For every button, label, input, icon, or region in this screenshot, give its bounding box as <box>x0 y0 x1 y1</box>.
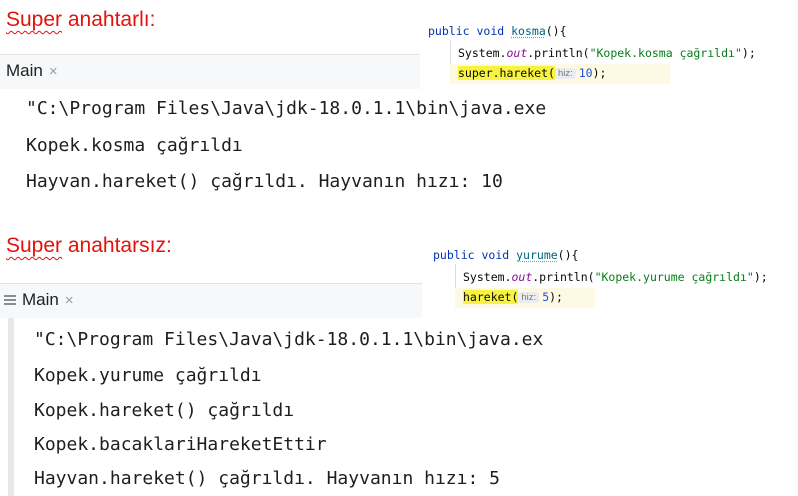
close-icon[interactable]: × <box>49 63 58 80</box>
heading-no-super-keyword: Super anahtarsız: <box>6 235 172 256</box>
highlighted-call: hareket( <box>463 290 519 304</box>
code-snippet-no-super: public void yurume(){ System.out.println… <box>425 244 798 310</box>
highlighted-call: super.hareket( <box>458 66 555 80</box>
console-line: Kopek.yurume çağrıldı <box>34 365 262 386</box>
code-line-2: System.out.println("Kopek.yurume çağrıld… <box>463 270 768 284</box>
run-tool-header <box>0 54 420 90</box>
code-line-1: public void kosma(){ <box>428 24 567 38</box>
run-tab-main[interactable]: Main × <box>4 283 74 317</box>
heading-word: Super <box>6 234 63 257</box>
heading-word: Super <box>6 8 63 31</box>
code-line-2: System.out.println("Kopek.kosma çağrıldı… <box>458 46 756 60</box>
console-output-no-super: "C:\Program Files\Java\jdk-18.0.1.1\bin\… <box>0 318 625 496</box>
run-tab-label: Main <box>22 290 59 309</box>
heading-super-keyword: Super anahtarlı: <box>6 9 155 30</box>
console-line: Kopek.bacaklariHareketEttir <box>34 434 327 455</box>
param-hint: hiz: <box>518 292 540 303</box>
console-line: Hayvan.hareket() çağrıldı. Hayvanın hızı… <box>26 171 503 192</box>
heading-rest: anahtarlı: <box>62 8 156 31</box>
console-output-super: "C:\Program Files\Java\jdk-18.0.1.1\bin\… <box>0 89 625 199</box>
close-icon[interactable]: × <box>65 292 74 309</box>
console-line: Hayvan.hareket() çağrıldı. Hayvanın hızı… <box>34 468 500 489</box>
code-line-3: super.hareket(hiz: 10); <box>458 66 607 80</box>
code-line-1: public void yurume(){ <box>433 248 579 262</box>
console-line: "C:\Program Files\Java\jdk-18.0.1.1\bin\… <box>26 98 547 119</box>
code-snippet-super: public void kosma(){ System.out.println(… <box>420 20 798 84</box>
console-gutter <box>8 318 14 496</box>
console-line: Kopek.hareket() çağrıldı <box>34 400 295 421</box>
console-line: "C:\Program Files\Java\jdk-18.0.1.1\bin\… <box>34 329 544 350</box>
console-icon <box>4 294 16 306</box>
run-tab-label: Main <box>6 61 43 80</box>
param-hint: hiz: <box>554 68 576 79</box>
code-line-3: hareket(hiz: 5); <box>463 290 563 304</box>
run-tab-main[interactable]: Main × <box>6 54 58 88</box>
console-line: Kopek.kosma çağrıldı <box>26 135 243 156</box>
heading-rest: anahtarsız: <box>62 234 172 257</box>
